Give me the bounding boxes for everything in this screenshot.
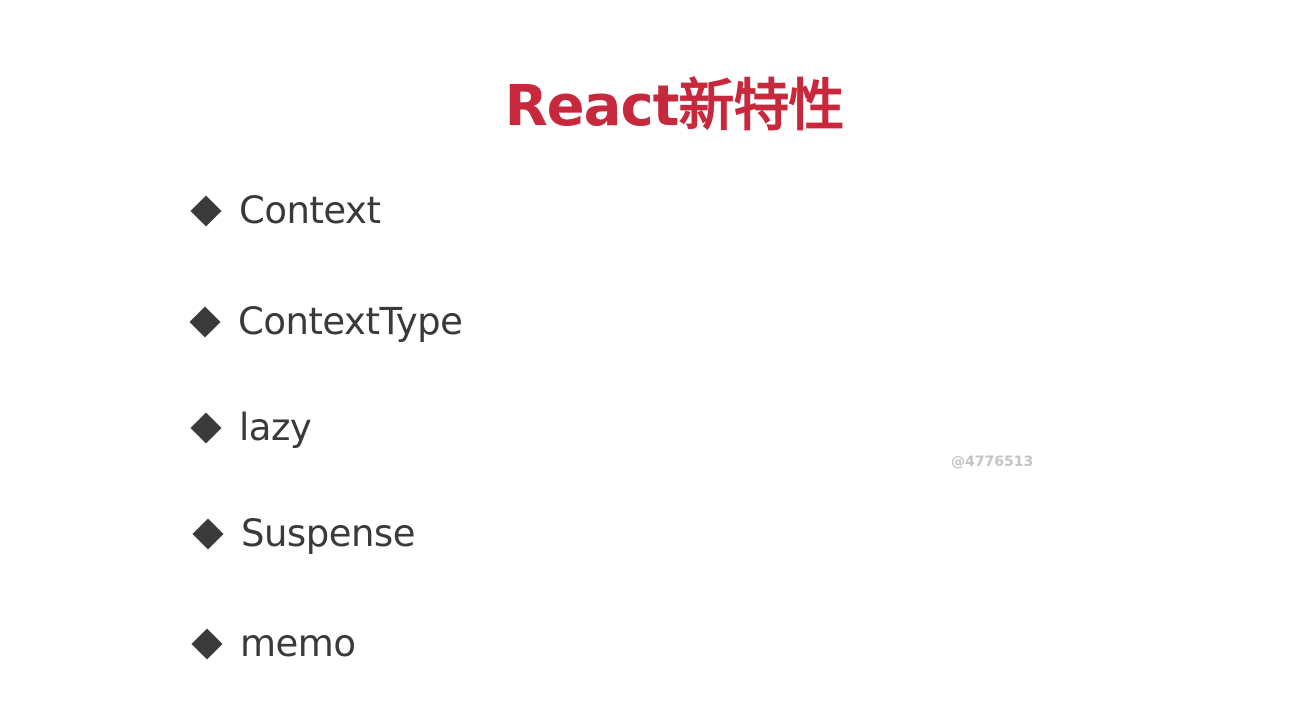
list-item-label: ContextType — [238, 300, 463, 343]
list-item: Context — [190, 186, 381, 236]
diamond-bullet-icon — [190, 195, 222, 227]
list-item: lazy — [190, 403, 312, 453]
list-item-label: Context — [239, 189, 381, 232]
list-item-label: memo — [240, 622, 356, 665]
slide: React新特性 Context ContextType lazy Suspen… — [0, 0, 1300, 720]
list-item: memo — [191, 619, 356, 669]
watermark: @4776513 — [951, 454, 1034, 470]
list-item-label: Suspense — [241, 512, 415, 555]
list-item: ContextType — [189, 297, 463, 347]
diamond-bullet-icon — [191, 628, 223, 660]
diamond-bullet-icon — [190, 412, 222, 444]
list-item-label: lazy — [239, 406, 312, 449]
list-item: Suspense — [192, 509, 415, 559]
diamond-bullet-icon — [189, 306, 221, 338]
diamond-bullet-icon — [192, 518, 224, 550]
slide-title: React新特性 — [504, 74, 845, 139]
